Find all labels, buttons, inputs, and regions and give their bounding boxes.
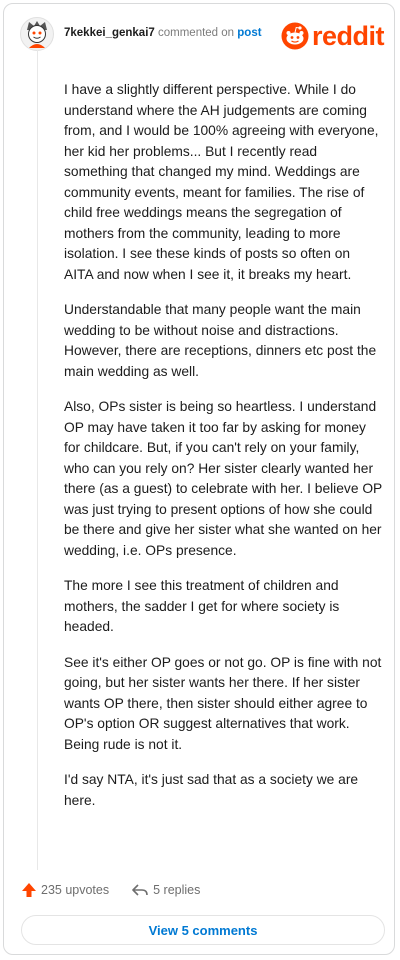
comment-header: 7kekkei_genkai7 commented on post reddit [18,15,385,55]
reply-arrow-icon [132,884,148,896]
comment-card: 7kekkei_genkai7 commented on post reddit… [3,3,395,955]
comment-paragraph-2: Understandable that many people want the… [64,302,377,379]
comment-paragraph-6: I'd say NTA, it's just sad that as a soc… [64,772,359,808]
comment-paragraph-1: I have a slightly different perspective.… [64,82,379,282]
commented-on-label: commented on [158,27,235,39]
comment-actions: 235 upvotes 5 replies [21,880,200,900]
post-link[interactable]: post [237,27,261,39]
reddit-logo[interactable]: reddit [281,20,385,51]
upvote-count: 235 upvotes [41,883,110,897]
upvote-arrow-icon [22,883,36,897]
comment-paragraph-4: The more I see this treatment of childre… [64,578,340,634]
reddit-wordmark: reddit [311,20,385,51]
view-comments-button[interactable]: View 5 comments [21,915,385,945]
reply-button[interactable]: 5 replies [131,882,200,898]
comment-meta: 7kekkei_genkai7 commented on post [64,27,262,39]
snoo-avatar-icon[interactable] [20,17,54,51]
comment-paragraph-3: Also, OPs sister is being so heartless. … [64,399,383,558]
reddit-snoo-icon [281,22,309,50]
username[interactable]: 7kekkei_genkai7 [64,27,155,39]
upvote-button[interactable]: 235 upvotes [21,882,109,898]
comment-paragraph-5: See it's either OP goes or not go. OP is… [64,654,382,752]
thread-line [37,50,38,870]
comment-body: I have a slightly different perspective.… [64,80,382,826]
reply-count: 5 replies [153,883,201,897]
